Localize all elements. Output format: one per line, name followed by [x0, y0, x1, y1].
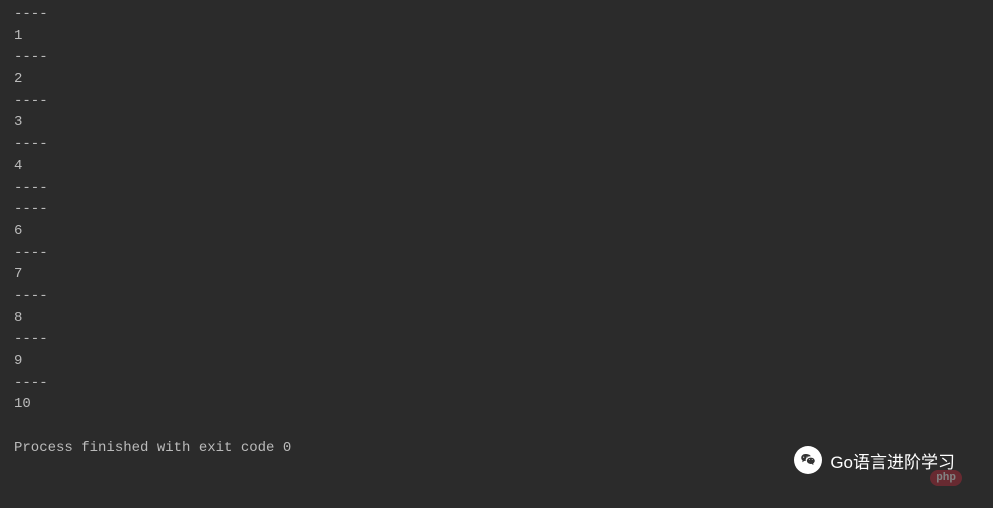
- terminal-line: 6: [14, 221, 979, 243]
- wechat-watermark: Go语言进阶学习: [794, 446, 955, 474]
- terminal-line: ----: [14, 329, 979, 351]
- terminal-line: ----: [14, 91, 979, 113]
- terminal-line: ----: [14, 199, 979, 221]
- terminal-line: 7: [14, 264, 979, 286]
- terminal-line: 4: [14, 156, 979, 178]
- terminal-output: ----1----2----3----4--------6----7----8-…: [0, 0, 993, 463]
- wechat-channel-label: Go语言进阶学习: [830, 448, 955, 473]
- terminal-line: [14, 416, 979, 438]
- terminal-line: 3: [14, 112, 979, 134]
- terminal-line: ----: [14, 178, 979, 200]
- terminal-line: ----: [14, 134, 979, 156]
- terminal-line: ----: [14, 373, 979, 395]
- terminal-line: 8: [14, 308, 979, 330]
- terminal-line: 10: [14, 394, 979, 416]
- terminal-line: ----: [14, 47, 979, 69]
- terminal-line: 9: [14, 351, 979, 373]
- terminal-line: 2: [14, 69, 979, 91]
- terminal-line: 1: [14, 26, 979, 48]
- wechat-icon: [794, 446, 822, 474]
- terminal-line: ----: [14, 243, 979, 265]
- terminal-line: ----: [14, 286, 979, 308]
- terminal-line: ----: [14, 4, 979, 26]
